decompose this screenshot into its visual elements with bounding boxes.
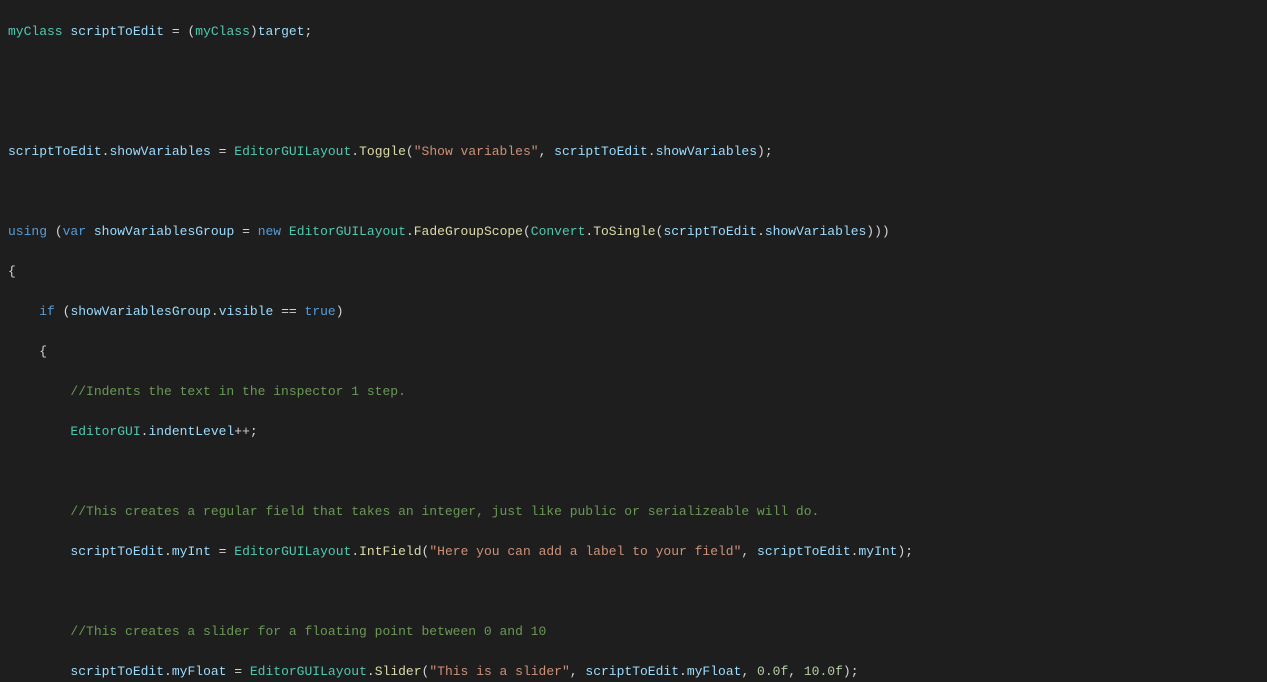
code-line[interactable]: myClass scriptToEdit = (myClass)target; [8,22,1267,42]
code-line[interactable]: scriptToEdit.myInt = EditorGUILayout.Int… [8,542,1267,562]
type-token: myClass [195,24,250,39]
variable-token: scriptToEdit [70,24,164,39]
keyword-token: using [8,224,47,239]
blank-line[interactable] [8,462,1267,482]
string-token: "Show variables" [414,144,539,159]
brace-token: { [8,344,47,359]
code-line[interactable]: scriptToEdit.myFloat = EditorGUILayout.S… [8,662,1267,682]
blank-line[interactable] [8,62,1267,82]
code-line[interactable]: EditorGUI.indentLevel++; [8,422,1267,442]
code-editor[interactable]: myClass scriptToEdit = (myClass)target; … [0,0,1267,682]
comment-line[interactable]: //Indents the text in the inspector 1 st… [8,382,1267,402]
type-token: myClass [8,24,63,39]
number-token: 0.0f [757,664,788,679]
code-line[interactable]: { [8,342,1267,362]
comment-token: //Indents the text in the inspector 1 st… [8,384,406,399]
blank-line[interactable] [8,182,1267,202]
comment-line[interactable]: //This creates a slider for a floating p… [8,622,1267,642]
code-line[interactable]: if (showVariablesGroup.visible == true) [8,302,1267,322]
blank-line[interactable] [8,582,1267,602]
code-line[interactable]: using (var showVariablesGroup = new Edit… [8,222,1267,242]
brace-token: { [8,264,16,279]
code-line[interactable]: { [8,262,1267,282]
comment-line[interactable]: //This creates a regular field that take… [8,502,1267,522]
blank-line[interactable] [8,102,1267,122]
variable-token: target [258,24,305,39]
code-line[interactable]: scriptToEdit.showVariables = EditorGUILa… [8,142,1267,162]
